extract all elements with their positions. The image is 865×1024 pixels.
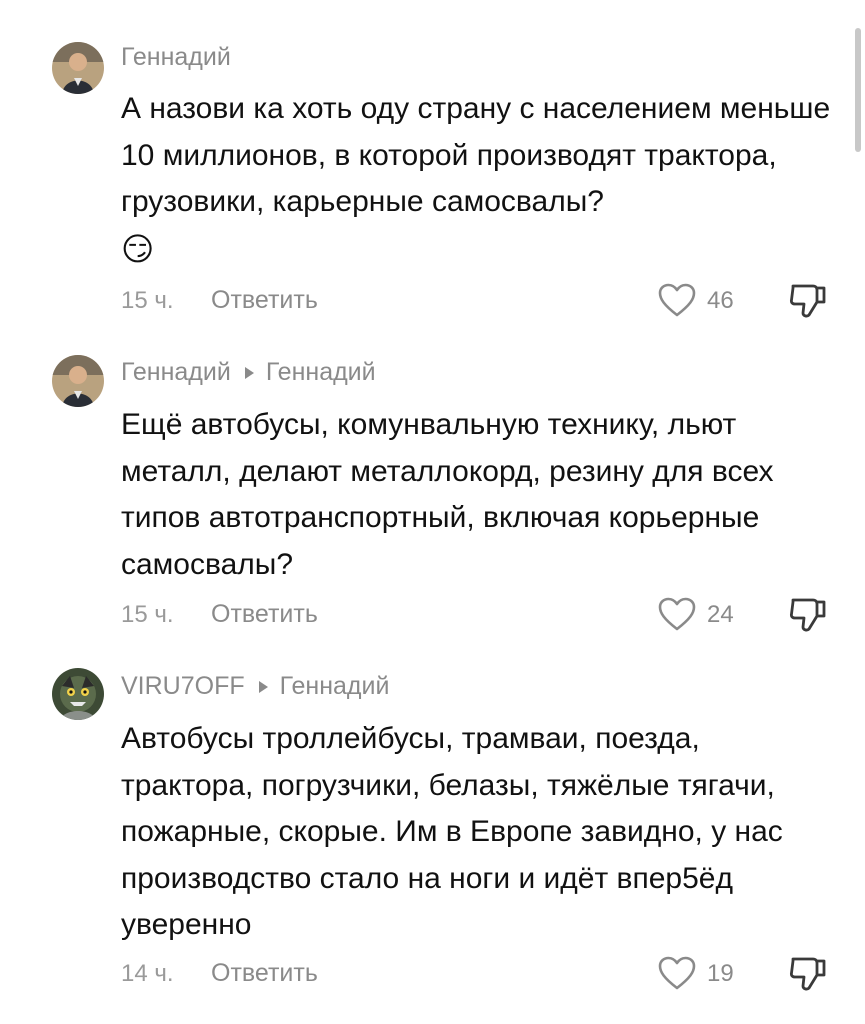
avatar[interactable] — [52, 355, 104, 407]
thumbs-down-icon[interactable] — [789, 596, 827, 632]
like-count: 19 — [707, 960, 734, 987]
smirk-emoji: 😏 — [121, 230, 155, 267]
thumbs-down-icon[interactable] — [789, 282, 827, 318]
reply-button[interactable]: Ответить — [211, 286, 318, 315]
reply-to-name[interactable]: Геннадий — [280, 672, 390, 701]
like-count: 24 — [707, 601, 734, 628]
reply-button[interactable]: Ответить — [211, 600, 318, 629]
author-name[interactable]: Геннадий — [121, 358, 231, 387]
author-name[interactable]: Геннадий — [121, 43, 231, 72]
comment-time: 15 ч. — [121, 287, 174, 314]
comment-text: Автобусы троллейбусы, трамваи, поезда, т… — [121, 722, 783, 941]
comment-text: А назови ка хоть оду страну с населением… — [121, 92, 831, 267]
reply-button[interactable]: Ответить — [211, 959, 318, 988]
comment-text: Ещё автобусы, комунвальную технику, льют… — [121, 408, 774, 581]
reply-arrow-icon — [258, 680, 268, 693]
author-line: VIRU7OFF Геннадий — [121, 672, 389, 701]
heart-icon[interactable] — [658, 597, 696, 631]
comment-time: 15 ч. — [121, 601, 174, 628]
comment-time: 14 ч. — [121, 960, 174, 987]
scrollbar[interactable] — [855, 28, 861, 152]
like-count: 46 — [707, 287, 734, 314]
author-name[interactable]: VIRU7OFF — [121, 672, 245, 701]
author-line: Геннадий — [121, 43, 231, 72]
thumbs-down-icon[interactable] — [789, 955, 827, 991]
reply-arrow-icon — [244, 366, 254, 379]
reply-to-name[interactable]: Геннадий — [266, 358, 376, 387]
heart-icon[interactable] — [658, 956, 696, 990]
heart-icon[interactable] — [658, 283, 696, 317]
avatar[interactable] — [52, 42, 104, 94]
avatar[interactable] — [52, 668, 104, 720]
author-line: Геннадий Геннадий — [121, 358, 376, 387]
